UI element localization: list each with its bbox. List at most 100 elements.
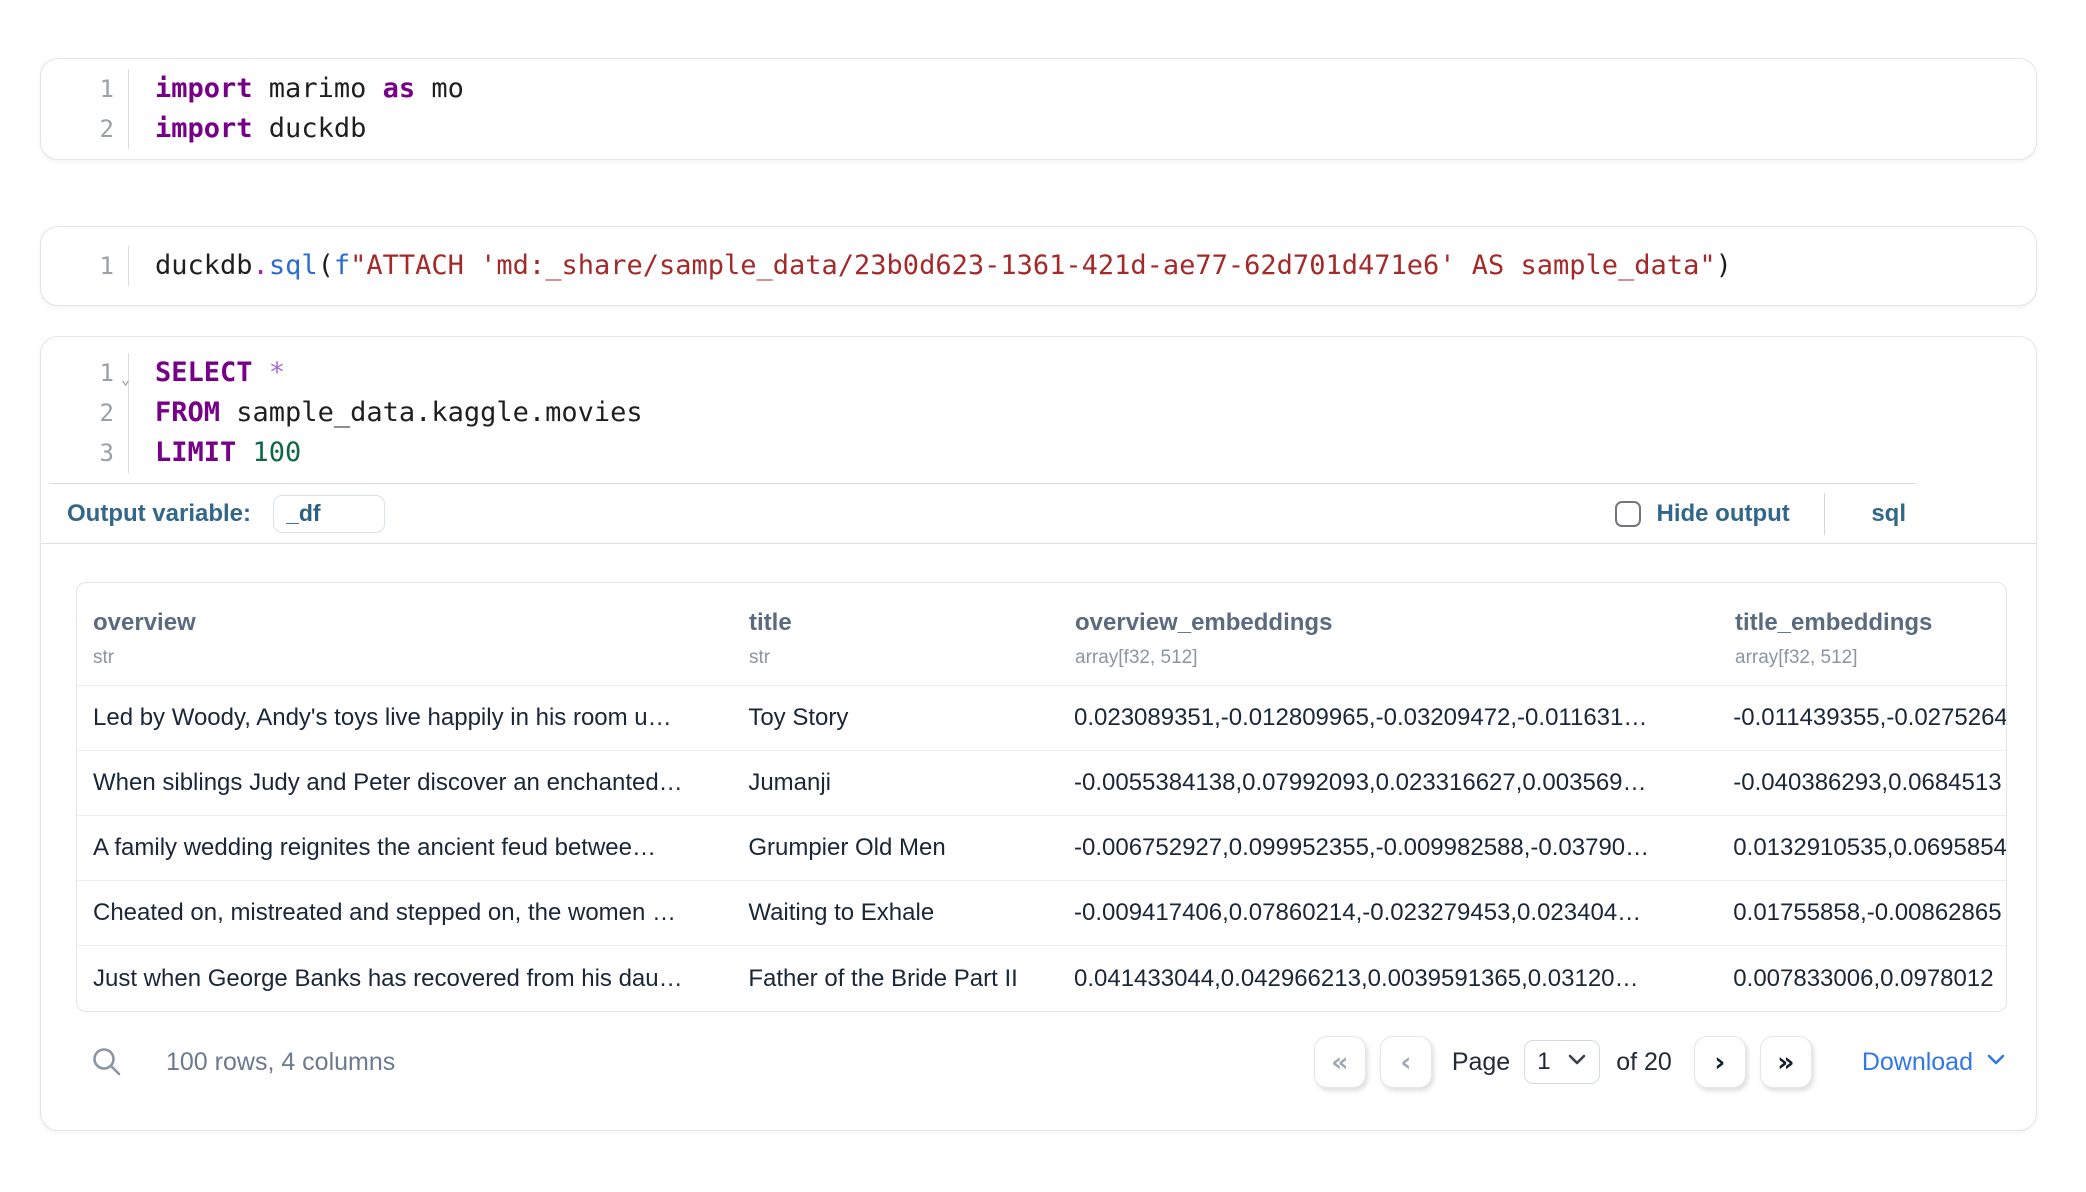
code-content[interactable]: duckdb.sql(f"ATTACH 'md:_share/sample_da…	[129, 246, 1732, 286]
footer-divider	[1824, 493, 1826, 535]
chevron-down-icon	[1567, 1053, 1587, 1072]
column-dtype: str	[749, 647, 1062, 669]
code-line: duckdb.sql(f"ATTACH 'md:_share/sample_da…	[155, 246, 1732, 286]
cell-overview_embeddings: -0.009417406,0.07860214,-0.023279453,0.0…	[1061, 899, 1720, 927]
cell-title_embeddings: 0.0132910535,0.0695854	[1720, 834, 2006, 862]
cell-overview: When siblings Judy and Peter discover an…	[77, 769, 731, 797]
code-token: sample_data.kaggle.movies	[220, 397, 643, 428]
page-select-value: 1	[1537, 1048, 1550, 1076]
code-editor[interactable]: 1 duckdb.sql(f"ATTACH 'md:_share/sample_d…	[41, 227, 2036, 305]
code-content[interactable]: SELECT *FROM sample_data.kaggle.moviesLI…	[129, 353, 643, 473]
code-token: import	[155, 73, 253, 104]
table-footer: 100 rows, 4 columns « ‹ Page 1 of 20 › »	[76, 1036, 2007, 1088]
cell-title: Grumpier Old Men	[731, 834, 1061, 862]
column-name: title	[749, 609, 1062, 637]
prev-page-button[interactable]: ‹	[1380, 1036, 1432, 1088]
sql-editor[interactable]: 1⌄23SELECT *FROM sample_data.kaggle.movi…	[41, 337, 2036, 483]
cell-overview: A family wedding reignites the ancient f…	[77, 834, 731, 862]
cell-title: Waiting to Exhale	[731, 899, 1061, 927]
column-header-title_embeddings[interactable]: title_embeddings array[f32, 512]	[1722, 609, 2007, 669]
code-cell-attach: 1 duckdb.sql(f"ATTACH 'md:_share/sample_d…	[40, 226, 2037, 306]
column-header-overview_embeddings[interactable]: overview_embeddings array[f32, 512]	[1062, 609, 1722, 669]
cell-title: Toy Story	[731, 704, 1061, 732]
table-row[interactable]: When siblings Judy and Peter discover an…	[77, 751, 2006, 816]
column-name: overview_embeddings	[1075, 609, 1722, 637]
code-token: (	[318, 250, 334, 281]
column-dtype: array[f32, 512]	[1735, 647, 2007, 669]
cell-overview: Cheated on, mistreated and stepped on, t…	[77, 899, 731, 927]
next-page-button[interactable]: ›	[1694, 1036, 1746, 1088]
cell-title_embeddings: -0.011439355,-0.0275264	[1720, 704, 2006, 732]
table-row[interactable]: A family wedding reignites the ancient f…	[77, 816, 2006, 881]
code-editor[interactable]: 12import marimo as moimport duckdb	[41, 59, 2036, 159]
code-token: mo	[415, 73, 464, 104]
code-token: import	[155, 113, 253, 144]
last-page-button[interactable]: »	[1760, 1036, 1812, 1088]
code-token	[236, 437, 252, 468]
output-variable-label: Output variable:	[67, 500, 251, 528]
code-token: sql	[269, 250, 318, 281]
page-label: Page	[1452, 1048, 1510, 1077]
cell-title: Father of the Bride Part II	[731, 965, 1061, 993]
language-badge[interactable]: sql	[1871, 500, 1906, 528]
column-header-title[interactable]: title str	[732, 609, 1062, 669]
search-icon[interactable]	[90, 1045, 124, 1079]
code-token: SELECT	[155, 357, 253, 388]
download-button[interactable]: Download	[1862, 1048, 2007, 1077]
cell-overview: Just when George Banks has recovered fro…	[77, 965, 731, 993]
table-row[interactable]: Just when George Banks has recovered fro…	[77, 946, 2006, 1011]
first-page-button[interactable]: «	[1314, 1036, 1366, 1088]
notebook-page: 12import marimo as moimport duckdb 1duck…	[0, 0, 2086, 1131]
code-token: LIMIT	[155, 437, 236, 468]
column-name: title_embeddings	[1735, 609, 2007, 637]
table-row[interactable]: Led by Woody, Andy's toys live happily i…	[77, 686, 2006, 751]
cell-title_embeddings: -0.040386293,0.0684513	[1720, 769, 2006, 797]
hide-output-label[interactable]: Hide output	[1657, 500, 1790, 528]
code-line: import marimo as mo	[155, 69, 464, 109]
cell-output-area: overview str title str overview_embeddingsar…	[41, 544, 2036, 1130]
code-token: duckdb	[155, 250, 253, 281]
cell-title: Jumanji	[731, 769, 1061, 797]
table-header-row: overview str title str overview_embeddingsar…	[77, 583, 2006, 686]
column-dtype: str	[93, 647, 732, 669]
code-token: "ATTACH 'md:_share/sample_data/23b0d623-…	[350, 250, 1715, 281]
chevron-down-icon	[1985, 1052, 2007, 1073]
line-number: 1⌄	[41, 353, 114, 393]
column-header-overview[interactable]: overview str	[77, 609, 732, 669]
line-number-gutter: 1⌄23	[41, 353, 129, 473]
line-number: 1	[41, 69, 114, 109]
sql-cell-footer: Output variable: Hide output sql	[41, 484, 2036, 544]
table-body: Led by Woody, Andy's toys live happily i…	[77, 686, 2006, 1011]
code-line: SELECT *	[155, 353, 643, 393]
cell-overview_embeddings: -0.0055384138,0.07992093,0.023316627,0.0…	[1061, 769, 1720, 797]
code-token: )	[1716, 250, 1732, 281]
code-content[interactable]: import marimo as moimport duckdb	[129, 69, 464, 149]
cell-overview_embeddings: -0.006752927,0.099952355,-0.009982588,-0…	[1061, 834, 1720, 862]
page-select[interactable]: 1	[1524, 1040, 1600, 1084]
code-token	[253, 357, 269, 388]
line-number-gutter: 12	[41, 69, 129, 149]
code-token: 100	[253, 437, 302, 468]
code-token: FROM	[155, 397, 220, 428]
code-cell-imports: 12import marimo as moimport duckdb	[40, 58, 2037, 160]
hide-output-checkbox[interactable]	[1615, 501, 1641, 527]
fold-chevron-icon[interactable]: ⌄	[121, 359, 130, 399]
pagination: « ‹ Page 1 of 20 › » Download	[1314, 1036, 2007, 1088]
table-row[interactable]: Cheated on, mistreated and stepped on, t…	[77, 881, 2006, 946]
row-count-summary: 100 rows, 4 columns	[166, 1048, 395, 1077]
line-number: 1	[41, 246, 114, 286]
code-token: as	[383, 73, 416, 104]
code-token: *	[269, 357, 285, 388]
code-line: FROM sample_data.kaggle.movies	[155, 393, 643, 433]
output-variable-input[interactable]	[273, 495, 385, 533]
dataframe-table: overview str title str overview_embeddingsar…	[76, 582, 2007, 1012]
column-dtype: array[f32, 512]	[1075, 647, 1722, 669]
cell-overview: Led by Woody, Andy's toys live happily i…	[77, 704, 731, 732]
code-line: import duckdb	[155, 109, 464, 149]
column-name: overview	[93, 609, 732, 637]
download-label: Download	[1862, 1048, 1973, 1077]
code-token: .	[253, 250, 269, 281]
line-number-gutter: 1	[41, 246, 129, 286]
cell-title_embeddings: 0.007833006,0.0978012	[1720, 965, 2006, 993]
code-token: marimo	[253, 73, 383, 104]
